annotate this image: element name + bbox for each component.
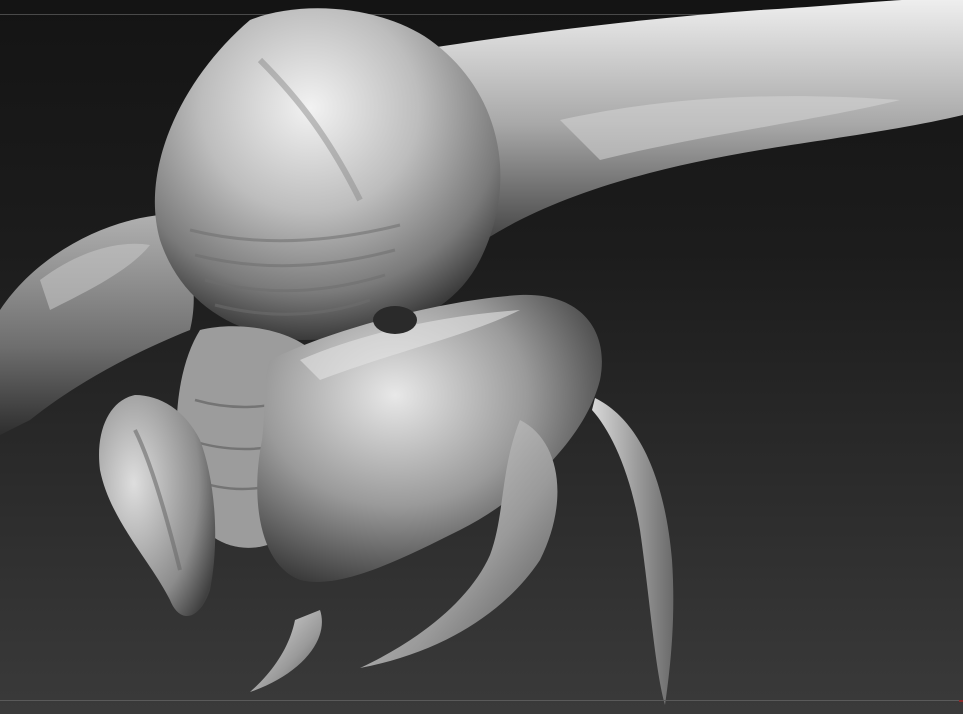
horn-small (250, 610, 322, 692)
viewport-corner-marker (959, 700, 963, 702)
torso (154, 8, 501, 340)
tail (592, 398, 674, 705)
sculpt-viewport[interactable] (0, 0, 963, 714)
sculpted-creature-model[interactable] (0, 0, 963, 714)
viewport-bottom-border (0, 700, 963, 701)
eye-socket (373, 306, 417, 334)
